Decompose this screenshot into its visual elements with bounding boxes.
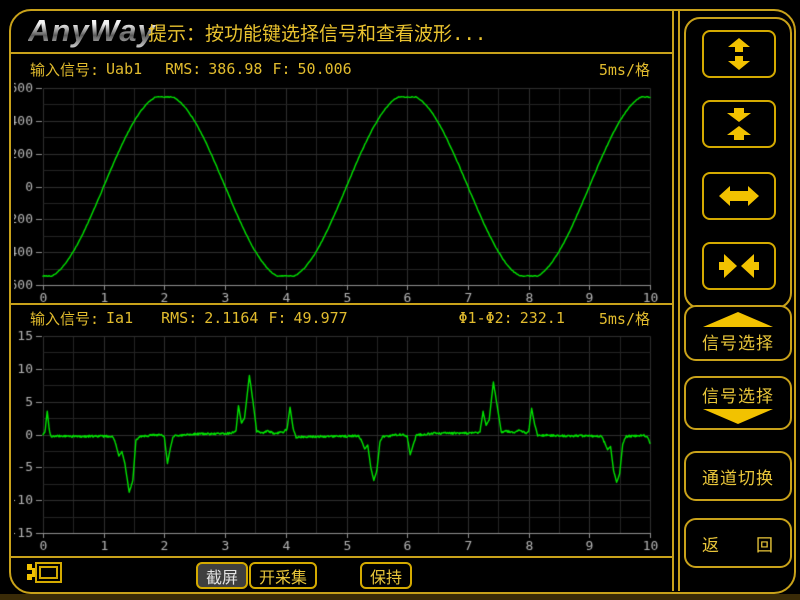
chart1-freq-value: 50.006 (298, 60, 352, 78)
chart2-signal-value: Ia1 (106, 309, 133, 327)
chart2-rms-label: RMS: (161, 309, 197, 327)
return-char-right: 回 (756, 531, 774, 556)
channel-switch-label: 通道切换 (702, 464, 774, 489)
collapse-horizontal-button[interactable] (702, 242, 776, 290)
chart1-rms-label: RMS: (165, 60, 201, 78)
anyway-logo: AnyWay (28, 13, 156, 49)
expand-horizontal-icon (719, 180, 759, 212)
panel-divider-right (678, 10, 680, 591)
return-char-left: 返 (702, 531, 720, 556)
current-waveform-chart (14, 326, 670, 556)
header-divider (10, 52, 672, 54)
bottom-bar-divider (10, 556, 672, 558)
return-button[interactable]: 返 回 (684, 518, 792, 568)
channel-switch-button[interactable]: 通道切换 (684, 451, 792, 501)
expand-vertical-button[interactable] (702, 30, 776, 78)
chart1-timebase: 5ms/格 (599, 59, 650, 80)
chart2-freq-value: 49.977 (294, 309, 348, 327)
voltage-waveform-chart (14, 80, 670, 306)
signal-select-up-button[interactable]: 信号选择 (684, 305, 792, 361)
chart-divider (10, 303, 672, 305)
panel-divider-left (672, 10, 674, 591)
chart1-signal-value: Uab1 (106, 60, 142, 78)
screenshot-button[interactable]: 截屏 (196, 562, 248, 589)
signal-select-down-label: 信号选择 (702, 382, 774, 407)
hint-text: 提示：按功能键选择信号和查看波形... (148, 19, 486, 46)
chart1-rms-value: 386.98 (208, 60, 262, 78)
chart1-header: 输入信号: Uab1 RMS: 386.98 F: 50.006 5ms/格 (14, 58, 664, 80)
chart2-rms-value: 2.1164 (204, 309, 258, 327)
hold-button[interactable]: 保持 (360, 562, 412, 589)
chart2-phase-label: Φ1-Φ2: (459, 309, 513, 327)
signal-select-up-label: 信号选择 (702, 329, 774, 354)
collapse-horizontal-icon (719, 250, 759, 282)
collapse-vertical-icon (719, 108, 759, 140)
bezel-bottom-strip (0, 594, 800, 600)
chart1-freq-label: F: (272, 60, 290, 78)
start-acquisition-button[interactable]: 开采集 (249, 562, 317, 589)
expand-horizontal-button[interactable] (702, 172, 776, 220)
triangle-down-icon (703, 409, 773, 424)
collapse-vertical-button[interactable] (702, 100, 776, 148)
triangle-up-icon (703, 312, 773, 327)
chart2-freq-label: F: (268, 309, 286, 327)
expand-vertical-icon (719, 38, 759, 70)
chart2-phase-value: 232.1 (520, 309, 565, 327)
signal-select-down-button[interactable]: 信号选择 (684, 376, 792, 430)
battery-icon (26, 560, 64, 586)
chart1-signal-label: 输入信号: (30, 59, 99, 80)
